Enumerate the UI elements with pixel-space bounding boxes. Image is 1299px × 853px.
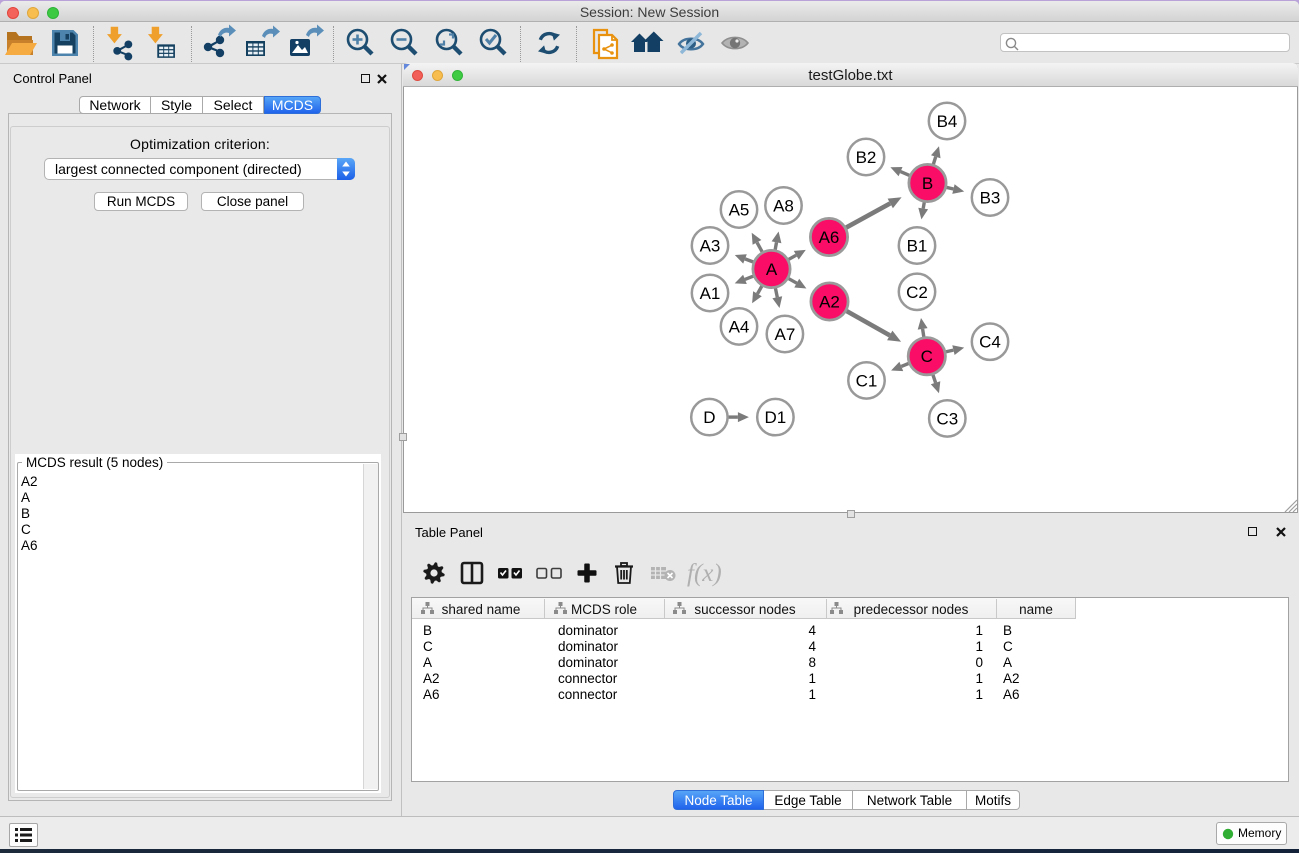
svg-text:C3: C3	[936, 409, 958, 428]
svg-text:B: B	[922, 174, 933, 193]
svg-text:B4: B4	[937, 112, 958, 131]
svg-text:B3: B3	[980, 189, 1001, 208]
svg-text:C: C	[921, 347, 933, 366]
svg-text:A: A	[766, 260, 778, 279]
svg-text:B1: B1	[907, 237, 928, 256]
svg-text:A8: A8	[773, 197, 794, 216]
svg-text:A7: A7	[775, 325, 796, 344]
svg-text:A5: A5	[729, 201, 750, 220]
svg-text:D: D	[703, 408, 715, 427]
svg-text:D1: D1	[765, 408, 787, 427]
svg-text:C1: C1	[856, 371, 878, 390]
svg-text:A6: A6	[819, 228, 840, 247]
svg-text:C2: C2	[906, 283, 928, 302]
svg-text:A2: A2	[819, 293, 840, 312]
svg-text:A1: A1	[700, 284, 721, 303]
svg-text:f(x): f(x)	[687, 560, 722, 587]
svg-text:C4: C4	[979, 333, 1001, 352]
svg-text:A4: A4	[729, 317, 750, 336]
svg-text:A3: A3	[700, 237, 721, 256]
svg-text:B2: B2	[856, 148, 877, 167]
